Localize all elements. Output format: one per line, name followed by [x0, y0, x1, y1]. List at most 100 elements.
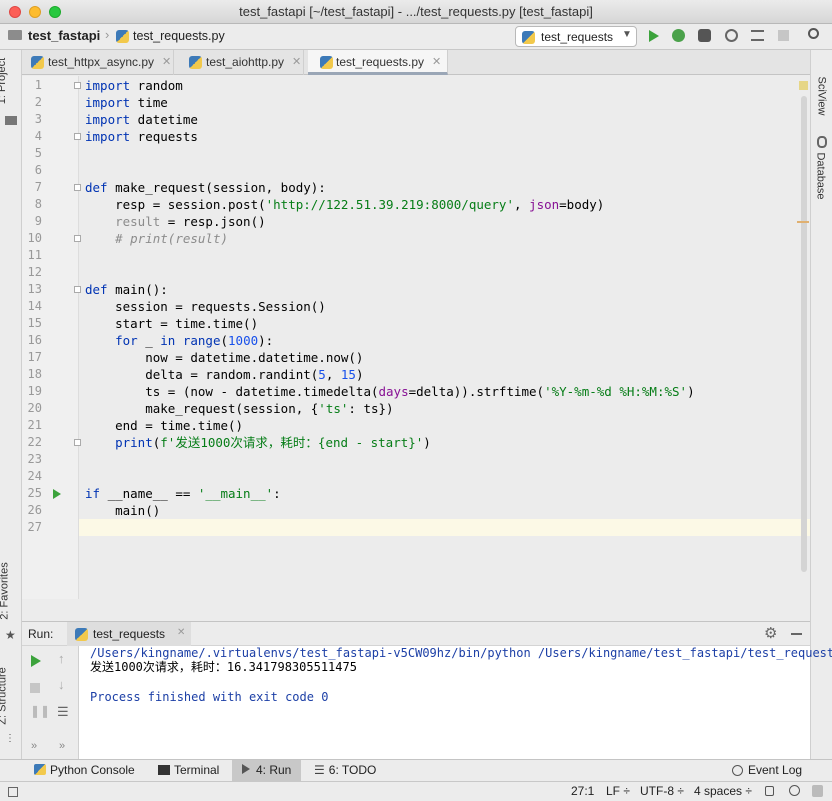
- todo-icon: ☰: [314, 763, 325, 777]
- coverage-icon[interactable]: [698, 29, 711, 42]
- line-number: 14: [27, 299, 42, 313]
- profile-icon[interactable]: [725, 29, 738, 42]
- notifications-icon[interactable]: [812, 785, 823, 797]
- python-file-icon: [320, 56, 333, 69]
- python-file-icon: [116, 30, 129, 43]
- search-icon[interactable]: [808, 28, 819, 39]
- project-tool-button[interactable]: 1: Project: [0, 58, 8, 104]
- rerun-icon[interactable]: [31, 655, 41, 667]
- tool-windows-toggle-icon[interactable]: [8, 787, 18, 797]
- editor-scrollbar[interactable]: [801, 96, 807, 572]
- stop-icon[interactable]: [778, 30, 789, 41]
- favorites-tool-label: 2: Favorites: [0, 562, 11, 620]
- indent-setting[interactable]: 4 spaces ÷: [694, 782, 752, 801]
- terminal-icon: [158, 765, 170, 775]
- run-tool-tab[interactable]: 4: Run: [232, 760, 301, 781]
- file-encoding[interactable]: UTF-8 ÷: [640, 782, 684, 801]
- close-tab-icon[interactable]: ✕: [432, 50, 441, 74]
- run-config-dropdown[interactable]: test_requests ▼: [515, 26, 637, 47]
- lock-icon[interactable]: [765, 786, 774, 796]
- code-editor[interactable]: import random import time import datetime i…: [79, 76, 810, 599]
- breadcrumb-project[interactable]: test_fastapi: [28, 28, 100, 43]
- run-panel-header: Run: test_requests ✕ ⚙: [22, 621, 810, 646]
- line-number: 7: [34, 180, 42, 194]
- line-number: 5: [34, 146, 42, 160]
- code-line: print(f'发送1000次请求，耗时：{end - start}'): [115, 435, 431, 450]
- warning-marker[interactable]: [797, 221, 809, 223]
- tab-test-requests[interactable]: test_requests.py ✕: [308, 50, 448, 75]
- debug-icon[interactable]: [672, 29, 685, 42]
- up-arrow-icon[interactable]: ↑: [58, 651, 65, 666]
- line-number: 6: [34, 163, 42, 177]
- line-number: 16: [27, 333, 42, 347]
- tab-label: test_requests.py: [336, 55, 425, 69]
- line-number: 26: [27, 503, 42, 517]
- breadcrumb-separator-icon: ›: [105, 27, 110, 42]
- minimize-panel-icon[interactable]: [791, 633, 802, 635]
- todo-label: 6: TODO: [328, 763, 377, 777]
- close-window-button[interactable]: [9, 6, 21, 18]
- run-panel-label: Run:: [28, 627, 54, 641]
- console-exit-line: Process finished with exit code 0: [90, 690, 329, 704]
- line-separator[interactable]: LF ÷: [606, 782, 630, 801]
- code-line: end = time.time(): [85, 418, 244, 433]
- code-line: if __name__ == '__main__':: [85, 486, 281, 501]
- pause-icon[interactable]: ❚❚: [30, 704, 50, 718]
- stop-icon[interactable]: [30, 683, 40, 693]
- inspector-icon[interactable]: [789, 785, 800, 796]
- event-log-label: Event Log: [748, 763, 803, 777]
- zoom-window-button[interactable]: [49, 6, 61, 18]
- event-log-icon: [732, 765, 743, 776]
- project-tool-label: 1: Project: [0, 57, 9, 105]
- close-tab-icon[interactable]: ✕: [162, 50, 171, 74]
- database-icon: [817, 136, 827, 148]
- window-title: test_fastapi [~/test_fastapi] - .../test…: [239, 4, 593, 19]
- line-number: 18: [27, 367, 42, 381]
- code-line: make_request(session, {'ts': ts}): [85, 401, 394, 416]
- tab-test-httpx-async[interactable]: test_httpx_async.py ✕: [22, 50, 174, 75]
- close-run-tab-icon[interactable]: ✕: [177, 627, 185, 638]
- close-tab-icon[interactable]: ✕: [292, 50, 301, 74]
- favorites-tool-button[interactable]: 2: Favorites: [0, 562, 11, 619]
- code-line: import time: [85, 95, 168, 110]
- code-line: main(): [85, 503, 161, 518]
- line-number: 15: [27, 316, 42, 330]
- tab-label: test_aiohttp.py: [206, 55, 285, 69]
- code-line: start = time.time(): [85, 316, 259, 331]
- minimize-window-button[interactable]: [29, 6, 41, 18]
- cursor-position[interactable]: 27:1: [571, 782, 594, 801]
- run-tab-label: test_requests: [93, 627, 166, 641]
- sciview-tool-button[interactable]: SciView: [815, 77, 827, 116]
- line-number: 17: [27, 350, 42, 364]
- down-arrow-icon[interactable]: ↓: [58, 677, 65, 692]
- concurrency-icon[interactable]: [751, 30, 764, 41]
- run-gutter-icon[interactable]: [53, 489, 61, 499]
- python-console-label: Python Console: [50, 763, 135, 777]
- more-icon[interactable]: »: [31, 740, 37, 752]
- gear-icon[interactable]: ⚙: [764, 624, 777, 642]
- terminal-tab[interactable]: Terminal: [152, 760, 226, 781]
- line-number: 21: [27, 418, 42, 432]
- run-console-output[interactable]: /Users/kingname/.virtualenvs/test_fastap…: [79, 646, 832, 759]
- structure-tool-label: Z: Structure: [0, 667, 9, 725]
- line-number: 22: [27, 435, 42, 449]
- breadcrumb-file[interactable]: test_requests.py: [133, 29, 225, 43]
- event-log-tab[interactable]: Event Log: [730, 760, 825, 781]
- window-title-bar: test_fastapi [~/test_fastapi] - .../test…: [0, 0, 832, 24]
- code-line: for _ in range(1000):: [115, 333, 274, 348]
- code-line: delta = random.randint(5, 15): [85, 367, 364, 382]
- python-console-icon: [34, 764, 46, 775]
- run-tab[interactable]: test_requests ✕: [67, 622, 191, 646]
- soft-wrap-icon[interactable]: ☰: [57, 704, 69, 720]
- run-icon[interactable]: [649, 30, 659, 42]
- todo-tab[interactable]: ☰ 6: TODO: [310, 760, 380, 781]
- tab-test-aiohttp[interactable]: test_aiohttp.py ✕: [174, 50, 304, 75]
- chevron-down-icon: ▼: [622, 29, 632, 40]
- more-icon[interactable]: »: [59, 740, 65, 752]
- line-number: 25: [27, 486, 42, 500]
- line-number: 1: [34, 78, 42, 92]
- database-tool-button[interactable]: Database: [815, 152, 827, 199]
- structure-tool-button[interactable]: Z: Structure: [0, 667, 9, 724]
- code-line: import requests: [85, 129, 198, 144]
- python-console-tab[interactable]: Python Console: [28, 760, 140, 781]
